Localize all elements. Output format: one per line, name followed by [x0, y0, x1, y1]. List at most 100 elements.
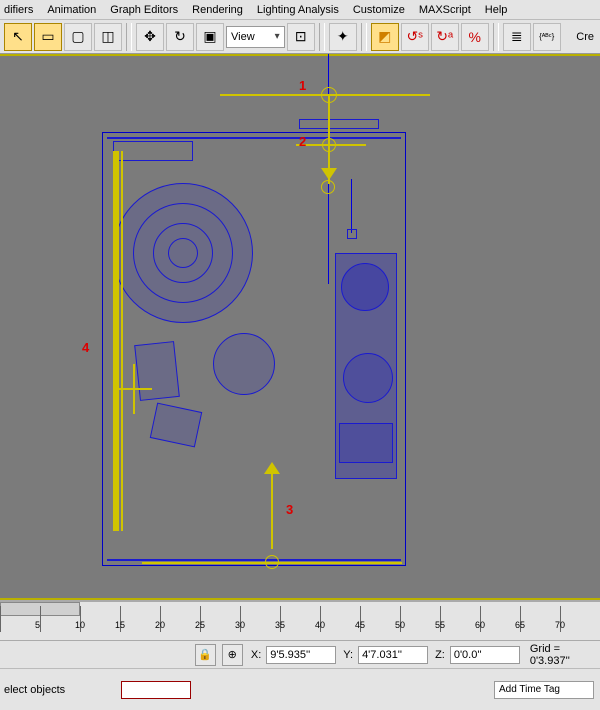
- viewport-marker-3: 3: [286, 502, 293, 517]
- rotate-icon: ↻: [174, 28, 186, 45]
- move-button[interactable]: ✥: [136, 23, 164, 51]
- wireframe-pendant-cord: [351, 179, 352, 233]
- timeline-ticks: 0 5 10 15 20 25 30 35 40 45 50 55 60 65 …: [0, 606, 600, 632]
- menu-customize[interactable]: Customize: [353, 4, 405, 16]
- named-sel-icon: ≣: [511, 28, 523, 45]
- menu-rendering[interactable]: Rendering: [192, 4, 243, 16]
- guide-strip-left-2: [121, 151, 123, 531]
- coord-z-input[interactable]: [450, 646, 520, 664]
- tick-label: 60: [475, 620, 485, 630]
- grid-size-label: Grid = 0'3.937'': [530, 643, 600, 667]
- tick-label: 10: [75, 620, 85, 630]
- menu-maxscript[interactable]: MAXScript: [419, 4, 471, 16]
- coord-y-input[interactable]: [358, 646, 428, 664]
- bottom-status-bar: elect objects Add Time Tag: [0, 668, 600, 710]
- wireframe-ceiling: [107, 137, 401, 139]
- light-helper-bottom-vert: [271, 469, 273, 549]
- menu-bar: difiers Animation Graph Editors Renderin…: [0, 0, 600, 20]
- lock-selection-button[interactable]: 🔒: [195, 644, 216, 666]
- tick-label: 35: [275, 620, 285, 630]
- tick-label: 30: [235, 620, 245, 630]
- tick-label: 15: [115, 620, 125, 630]
- light-arrowhead-2-icon: [321, 168, 337, 180]
- wireframe-box-1: [134, 341, 180, 401]
- coord-y-label: Y:: [340, 649, 356, 661]
- menu-graph-editors[interactable]: Graph Editors: [110, 4, 178, 16]
- menu-help[interactable]: Help: [485, 4, 508, 16]
- reference-coordinate-dropdown[interactable]: View: [226, 26, 285, 48]
- tick-label: 5: [35, 620, 40, 630]
- viewport-border-top: [0, 54, 600, 56]
- window-icon-icon: ◫: [101, 28, 114, 45]
- tick-label: 20: [155, 620, 165, 630]
- light-target-3-icon: [265, 555, 279, 569]
- manipulate-icon: ✦: [337, 28, 349, 45]
- toolbar-overflow-label: Cre: [576, 31, 596, 43]
- percent-snap-icon: ↻ᵃ: [436, 28, 453, 45]
- snap-toggle-button[interactable]: ◩: [371, 23, 399, 51]
- wireframe-detail: [113, 141, 193, 161]
- percent-snap-button[interactable]: ↻ᵃ: [431, 23, 459, 51]
- select-region-button[interactable]: ▢: [64, 23, 92, 51]
- rotate-button[interactable]: ↻: [166, 23, 194, 51]
- selection-set-button[interactable]: {ᴬᴮᶜ}: [533, 23, 561, 51]
- named-selection-button[interactable]: ≣: [503, 23, 531, 51]
- wireframe-cabinet-shelf: [339, 423, 393, 463]
- coord-z-label: Z:: [432, 649, 448, 661]
- lock-icon: 🔒: [198, 648, 212, 661]
- dropdown-label: View: [231, 31, 255, 43]
- viewport-marker-2: 2: [299, 134, 306, 149]
- tick-label: 40: [315, 620, 325, 630]
- select-arrow-button[interactable]: ↖: [4, 23, 32, 51]
- tick-label: 55: [435, 620, 445, 630]
- window-crossing-button[interactable]: ◫: [94, 23, 122, 51]
- angle-snap-button[interactable]: ↺ˢ: [401, 23, 429, 51]
- toolbar-separator: [126, 23, 132, 51]
- guide-strip-left: [113, 151, 119, 531]
- select-manipulate-button[interactable]: ✦: [329, 23, 357, 51]
- transform-icon: ⊕: [228, 648, 237, 661]
- viewport-top[interactable]: 1 2 3 4: [0, 54, 600, 600]
- coord-y: Y:: [340, 646, 428, 664]
- timeline[interactable]: 0 5 10 15 20 25 30 35 40 45 50 55 60 65 …: [0, 600, 600, 640]
- status-hint: elect objects: [0, 684, 65, 696]
- wireframe-floor-edge: [107, 559, 401, 561]
- add-time-tag-button[interactable]: Add Time Tag: [494, 681, 594, 699]
- tick-label: 65: [515, 620, 525, 630]
- spinner-snap-button[interactable]: %: [461, 23, 489, 51]
- wireframe-circle-ring: [168, 238, 198, 268]
- tick-label: 50: [395, 620, 405, 630]
- coord-z: Z:: [432, 646, 520, 664]
- pivot-icon: ⊡: [295, 28, 307, 45]
- wireframe-cabinet-detail: [341, 263, 389, 311]
- menu-lighting-analysis[interactable]: Lighting Analysis: [257, 4, 339, 16]
- viewport-marker-4: 4: [82, 340, 89, 355]
- wireframe-small-circle: [213, 333, 275, 395]
- toolbar-separator: [493, 23, 499, 51]
- wireframe-cabinet-round: [343, 353, 393, 403]
- time-tag-label: Add Time Tag: [499, 684, 560, 695]
- select-name-button[interactable]: ▭: [34, 23, 62, 51]
- main-toolbar: ↖ ▭ ▢ ◫ ✥ ↻ ▣ View ⊡ ✦ ◩ ↺ˢ ↻ᵃ % ≣ {ᴬᴮᶜ}…: [0, 20, 600, 54]
- arrow-cursor-icon: ↖: [12, 28, 24, 45]
- wireframe-pendant-head: [347, 229, 357, 239]
- snap-cube-icon: ◩: [378, 28, 391, 45]
- light-target-2b-icon: [321, 180, 335, 194]
- coord-x-label: X:: [248, 649, 264, 661]
- abc-icon: {ᴬᴮᶜ}: [539, 32, 554, 41]
- wireframe-fixture: [299, 119, 379, 129]
- use-pivot-button[interactable]: ⊡: [287, 23, 315, 51]
- scale-button[interactable]: ▣: [196, 23, 224, 51]
- viewport-marker-1: 1: [299, 78, 306, 93]
- coord-x-input[interactable]: [266, 646, 336, 664]
- menu-animation[interactable]: Animation: [47, 4, 96, 16]
- menu-modifiers[interactable]: difiers: [4, 4, 33, 16]
- auto-key-button[interactable]: [121, 681, 191, 699]
- toolbar-separator: [319, 23, 325, 51]
- spinner-snap-icon: %: [468, 29, 480, 45]
- tick-label: 25: [195, 620, 205, 630]
- selection-box-icon: ▭: [41, 28, 54, 45]
- transform-type-in-button[interactable]: ⊕: [222, 644, 243, 666]
- light-helper-4-horz: [116, 388, 152, 390]
- coord-x: X:: [248, 646, 336, 664]
